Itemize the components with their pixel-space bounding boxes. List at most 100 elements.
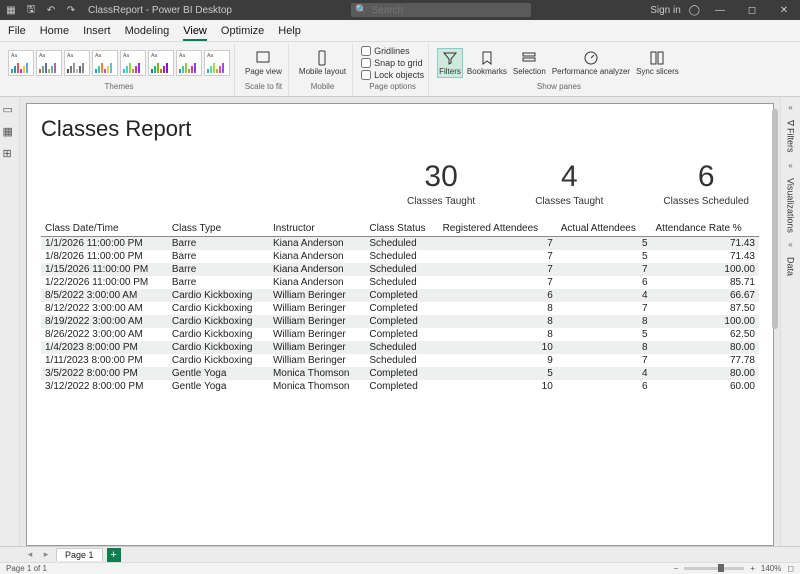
vertical-scrollbar[interactable] <box>772 109 778 329</box>
tab-nav-prev[interactable]: ◂ <box>24 549 36 560</box>
menu-file[interactable]: File <box>8 25 26 37</box>
kpi-card: 6 Classes Scheduled <box>663 160 749 207</box>
canvas-wrap: Classes Report 30 Classes Taught 4 Class… <box>20 97 780 546</box>
column-header[interactable]: Actual Attendees <box>557 221 652 237</box>
report-canvas[interactable]: Classes Report 30 Classes Taught 4 Class… <box>26 103 774 546</box>
zoom-slider[interactable] <box>684 567 744 570</box>
tab-nav-next[interactable]: ▸ <box>40 549 52 560</box>
table-cell: 1/22/2026 11:00:00 PM <box>41 276 168 289</box>
add-page-button[interactable]: + <box>107 548 121 562</box>
fit-to-page-icon[interactable]: ◻ <box>787 564 794 573</box>
filters-pane-tab[interactable]: ∇Filters <box>786 120 796 153</box>
chevron-left-icon[interactable]: « <box>788 103 792 112</box>
redo-icon[interactable]: ↷ <box>64 3 78 17</box>
signin-link[interactable]: Sign in <box>650 5 681 16</box>
menu-help[interactable]: Help <box>278 25 301 37</box>
table-body: 1/1/2026 11:00:00 PMBarreKiana AndersonS… <box>41 237 759 394</box>
lock-objects-checkbox[interactable]: Lock objects <box>361 70 424 80</box>
table-cell: 8 <box>557 341 652 354</box>
theme-swatch[interactable]: Aa <box>204 50 230 76</box>
chevron-left-icon[interactable]: « <box>788 240 792 249</box>
column-header[interactable]: Instructor <box>269 221 365 237</box>
table-row[interactable]: 8/5/2022 3:00:00 AMCardio KickboxingWill… <box>41 289 759 302</box>
chevron-left-icon[interactable]: « <box>788 161 792 170</box>
table-row[interactable]: 8/26/2022 3:00:00 AMCardio KickboxingWil… <box>41 328 759 341</box>
table-row[interactable]: 1/1/2026 11:00:00 PMBarreKiana AndersonS… <box>41 237 759 251</box>
table-cell: 7 <box>439 250 557 263</box>
table-row[interactable]: 3/12/2022 8:00:00 PMGentle YogaMonica Th… <box>41 380 759 393</box>
data-pane-tab[interactable]: Data <box>786 257 796 276</box>
table-cell: Gentle Yoga <box>168 367 269 380</box>
data-view-icon[interactable]: ▦ <box>3 125 17 139</box>
window-title: ClassReport - Power BI Desktop <box>88 5 232 16</box>
theme-swatch[interactable]: Aa <box>36 50 62 76</box>
sync-slicers-button[interactable]: Sync slicers <box>634 50 681 76</box>
save-icon[interactable]: 🖫 <box>24 3 38 17</box>
table-cell: Cardio Kickboxing <box>168 328 269 341</box>
table-cell: 5 <box>557 250 652 263</box>
table-cell: 5 <box>439 367 557 380</box>
performance-analyzer-button[interactable]: Performance analyzer <box>550 50 632 76</box>
filters-pane-button[interactable]: Filters <box>437 48 463 78</box>
page-tab[interactable]: Page 1 <box>56 548 103 561</box>
column-header[interactable]: Class Status <box>365 221 438 237</box>
table-cell: William Beringer <box>269 341 365 354</box>
search-input[interactable] <box>372 5 528 16</box>
table-row[interactable]: 8/19/2022 3:00:00 AMCardio KickboxingWil… <box>41 315 759 328</box>
bookmarks-pane-button[interactable]: Bookmarks <box>465 50 509 76</box>
ribbon: AaAaAaAaAaAaAaAa Themes Page view Scale … <box>0 42 800 97</box>
search-box[interactable]: 🔍 <box>351 3 531 17</box>
model-view-icon[interactable]: ⊞ <box>3 147 17 161</box>
theme-swatch[interactable]: Aa <box>8 50 34 76</box>
data-table: Class Date/TimeClass TypeInstructorClass… <box>41 221 759 393</box>
table-cell: 80.00 <box>652 367 759 380</box>
close-button[interactable]: ✕ <box>772 5 796 16</box>
table-cell: 7 <box>557 354 652 367</box>
zoom-out-button[interactable]: − <box>674 564 679 573</box>
visualizations-pane-tab[interactable]: Visualizations <box>786 178 796 233</box>
user-icon[interactable]: ◯ <box>689 5 700 16</box>
column-header[interactable]: Class Date/Time <box>41 221 168 237</box>
table-cell: 9 <box>439 354 557 367</box>
table-cell: 1/4/2023 8:00:00 PM <box>41 341 168 354</box>
menu-modeling[interactable]: Modeling <box>125 25 170 37</box>
maximize-button[interactable]: ◻ <box>740 5 764 16</box>
right-pane-rail: « ∇Filters « Visualizations « Data <box>780 97 800 546</box>
theme-swatch[interactable]: Aa <box>120 50 146 76</box>
report-view-icon[interactable]: ▭ <box>3 103 17 117</box>
snap-to-grid-checkbox[interactable]: Snap to grid <box>361 58 423 68</box>
table-row[interactable]: 8/12/2022 3:00:00 AMCardio KickboxingWil… <box>41 302 759 315</box>
table-row[interactable]: 1/4/2023 8:00:00 PMCardio KickboxingWill… <box>41 341 759 354</box>
minimize-button[interactable]: — <box>708 5 732 16</box>
left-nav-rail: ▭ ▦ ⊞ <box>0 97 20 546</box>
selection-pane-button[interactable]: Selection <box>511 50 548 76</box>
zoom-in-button[interactable]: + <box>750 564 755 573</box>
theme-swatch[interactable]: Aa <box>64 50 90 76</box>
theme-swatch[interactable]: Aa <box>148 50 174 76</box>
column-header[interactable]: Attendance Rate % <box>652 221 759 237</box>
table-row[interactable]: 1/8/2026 11:00:00 PMBarreKiana AndersonS… <box>41 250 759 263</box>
table-cell: William Beringer <box>269 289 365 302</box>
table-cell: Kiana Anderson <box>269 237 365 251</box>
table-row[interactable]: 1/11/2023 8:00:00 PMCardio KickboxingWil… <box>41 354 759 367</box>
table-row[interactable]: 1/15/2026 11:00:00 PMBarreKiana Anderson… <box>41 263 759 276</box>
table-cell: William Beringer <box>269 302 365 315</box>
title-bar: ▦ 🖫 ↶ ↷ ClassReport - Power BI Desktop 🔍… <box>0 0 800 20</box>
table-row[interactable]: 3/5/2022 8:00:00 PMGentle YogaMonica Tho… <box>41 367 759 380</box>
table-cell: 7 <box>439 263 557 276</box>
column-header[interactable]: Class Type <box>168 221 269 237</box>
menu-home[interactable]: Home <box>40 25 69 37</box>
table-cell: 66.67 <box>652 289 759 302</box>
table-cell: William Beringer <box>269 354 365 367</box>
gridlines-checkbox[interactable]: Gridlines <box>361 46 410 56</box>
menu-insert[interactable]: Insert <box>83 25 111 37</box>
column-header[interactable]: Registered Attendees <box>439 221 557 237</box>
undo-icon[interactable]: ↶ <box>44 3 58 17</box>
table-row[interactable]: 1/22/2026 11:00:00 PMBarreKiana Anderson… <box>41 276 759 289</box>
theme-swatch[interactable]: Aa <box>176 50 202 76</box>
menu-optimize[interactable]: Optimize <box>221 25 264 37</box>
theme-swatch[interactable]: Aa <box>92 50 118 76</box>
page-view-button[interactable]: Page view <box>243 50 284 76</box>
mobile-layout-button[interactable]: Mobile layout <box>297 50 348 76</box>
menu-view[interactable]: View <box>183 25 207 41</box>
